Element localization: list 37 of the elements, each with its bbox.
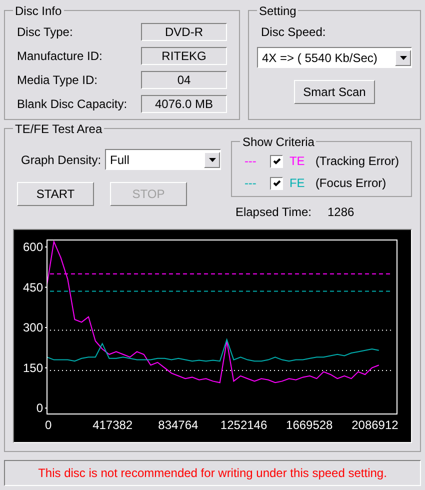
y-tick-label: 300 [22,320,43,335]
y-tick-label: 450 [22,280,43,294]
field-value: DVD-R [141,23,227,41]
y-tick-label: 0 [36,401,43,416]
graph-density-dropdown[interactable]: Full [105,149,222,170]
x-tick-label: 2086912 [352,418,398,432]
y-tick-label: 600 [22,240,43,254]
y-tick-label: 150 [22,360,43,375]
x-tick-label: 0 [45,418,52,432]
field-label: Media Type ID: [17,72,98,89]
field-label: Blank Disc Capacity: [17,96,128,113]
action-button[interactable]: START [17,182,94,206]
field-value: 4076.0 MB [141,95,227,113]
graph-density-label: Graph Density: [21,152,102,168]
smart-scan-button[interactable]: Smart Scan [294,80,375,104]
legend-dash: --- [244,175,258,192]
series-label: TE [289,153,306,170]
x-tick-label: 417382 [92,418,133,432]
field-label: Disc Type: [17,24,73,41]
elapsed-time-value: 1286 [327,204,354,221]
series-label: FE [289,175,306,192]
disc-speed-label: Disc Speed: [261,24,327,41]
disc-speed-dropdown[interactable]: 4X => ( 5540 Kb/Sec) [257,47,412,68]
series-description: (Focus Error) [315,175,386,192]
field-value: RITEKG [141,47,227,65]
legend-dash: --- [244,153,258,170]
group-title: Setting [257,3,298,19]
elapsed-time-label: Elapsed Time: [235,204,312,221]
field-value: 04 [141,71,227,89]
series-description: (Tracking Error) [315,153,399,170]
criteria-checkbox[interactable] [270,176,284,190]
x-tick-label: 1252146 [220,418,268,432]
criteria-checkbox[interactable] [270,154,284,168]
field-label: Manufacture ID: [17,48,102,65]
x-tick-label: 1669528 [286,418,333,432]
status-message: This disc is not recommended for writing under this speed setting. [38,465,387,482]
x-tick-label: 834764 [158,418,198,432]
